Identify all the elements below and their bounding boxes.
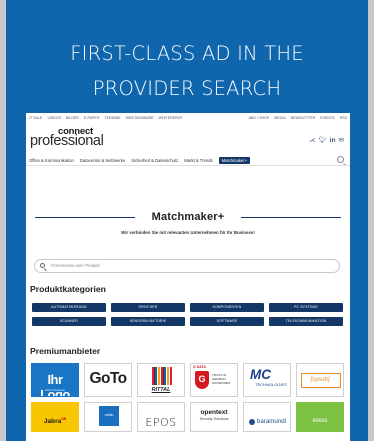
product-categories-heading: Produktkategorien (30, 284, 106, 294)
epos-logo: EPOS (145, 416, 177, 429)
top-nav-item[interactable]: E-PAPER (84, 115, 100, 121)
provider-tile-rittal[interactable]: RITTAL (137, 363, 185, 397)
provider-tile-goto[interactable]: GoTo (84, 363, 132, 397)
twitter-icon[interactable]: 🐦︎ (319, 137, 327, 145)
provider-tile-mc[interactable]: MC TECHNOLOGIES (243, 363, 291, 397)
provider-tile-estos[interactable]: estos (296, 402, 344, 432)
search-placeholder: Firmenname oder Produkt (51, 263, 100, 268)
gdata-name: G DATA (193, 365, 206, 369)
headline-line-1: FIRST-CLASS AD IN THE (70, 42, 304, 65)
ihr-logo-text: Ihr Logo (40, 372, 70, 397)
rittal-logo: RITTAL (151, 387, 171, 393)
search-icon (40, 263, 45, 268)
provider-tile-epos[interactable]: EPOS (137, 402, 185, 432)
search-icon[interactable] (337, 156, 344, 163)
share-icon[interactable]: ⋌ (309, 137, 316, 145)
gdata-shield-icon (195, 371, 209, 389)
goto-logo: GoTo (89, 370, 128, 387)
category-button[interactable]: KOMPONENTEN (190, 303, 264, 312)
category-nav: Office & Kommunikation Datacenter & Netz… (29, 157, 251, 164)
matchmaker-title: Matchmaker+ (151, 211, 225, 223)
mail-icon[interactable]: ✉ (339, 137, 344, 145)
divider (26, 165, 350, 166)
site-logo[interactable]: connect professional (30, 126, 110, 150)
top-nav-right-item[interactable]: RSS (340, 115, 347, 121)
provider-tile-jabra[interactable]: JabraGN (31, 402, 79, 432)
mc-logo: MC (250, 367, 271, 382)
provider-tile-opentext[interactable]: opentext Security Solutions (190, 402, 238, 432)
rittal-logo-mark (152, 367, 172, 385)
opentext-logo: opentext (200, 409, 228, 416)
headline-line-2: PROVIDER SEARCH (92, 77, 282, 100)
website-screenshot: IT SALE VIDEOS BILDER E-PAPER TERMINE WE… (26, 113, 350, 441)
top-nav-item[interactable]: BILDER (66, 115, 79, 121)
premium-providers-heading: Premiumanbieter (30, 346, 101, 356)
product-category-grid: AUTOMATISIERUNG SPEICHER KOMPONENTEN PC … (32, 303, 344, 326)
gdata-tagline: TRUST IN GERMAN SICHERHEIT (212, 373, 231, 385)
top-nav-item[interactable]: VIDEOS (47, 115, 61, 121)
top-nav: IT SALE VIDEOS BILDER E-PAPER TERMINE WE… (26, 115, 350, 123)
top-nav-right-item[interactable]: EVENTS (320, 115, 334, 121)
category-button[interactable]: AUTOMATISIERUNG (32, 303, 106, 312)
sysob-logo: [sysob] (310, 377, 330, 383)
top-nav-right-item[interactable]: NEWSLETTER (291, 115, 316, 121)
category-button[interactable]: SCANNER (32, 317, 106, 326)
top-nav-item[interactable]: WHITEPAPER (159, 115, 183, 121)
matchmaker-heading: Matchmaker+ (26, 211, 350, 223)
matchmaker-nav-button[interactable]: Matchmaker+ (218, 157, 251, 164)
linkedin-icon[interactable]: in (330, 137, 336, 145)
top-nav-item[interactable]: IT SALE (29, 115, 42, 121)
baramundi-logo: baramundi (256, 418, 287, 425)
top-nav-item[interactable]: TERMINE (104, 115, 120, 121)
category-button[interactable]: SPEICHER (111, 303, 185, 312)
blue-logo-mark: unblu (99, 406, 119, 426)
category-button[interactable]: PC SYSTEME (269, 303, 343, 312)
promo-card: FIRST-CLASS AD IN THE PROVIDER SEARCH IT… (6, 0, 368, 441)
category-button[interactable]: SOFTWARE (190, 317, 264, 326)
blue-logo-text: unblu (104, 413, 114, 417)
opentext-sub: Security Solutions (199, 417, 229, 421)
ihr-logo-subtext: AICS business (45, 388, 65, 392)
category-nav-item[interactable]: Datacenter & Netzwerke (80, 158, 125, 163)
provider-tile-blue[interactable]: unblu (84, 402, 132, 432)
provider-tile-gdata[interactable]: G DATA TRUST IN GERMAN SICHERHEIT (190, 363, 238, 397)
category-button[interactable]: TELEKOMMUNIKATION (269, 317, 343, 326)
category-nav-item[interactable]: Sicherheit & Datenschutz (131, 158, 178, 163)
mc-logo-sub: TECHNOLOGIES (255, 382, 287, 387)
top-nav-right-item[interactable]: MEDIA (274, 115, 285, 121)
matchmaker-subtitle: Wir verbinden Sie mit relevanten Unterne… (121, 230, 255, 235)
provider-tile-sysob[interactable]: [sysob] (296, 363, 344, 397)
headline: FIRST-CLASS AD IN THE PROVIDER SEARCH (6, 36, 368, 106)
top-nav-right-item[interactable]: ABO / SHOP (248, 115, 269, 121)
jabra-logo: JabraGN (43, 417, 67, 426)
provider-tile-baramundi[interactable]: baramundi (243, 402, 291, 432)
category-nav-item[interactable]: Office & Kommunikation (29, 158, 74, 163)
social-links: ⋌ 🐦︎ in ✉ (309, 137, 344, 145)
estos-logo: estos (312, 417, 328, 424)
top-nav-item[interactable]: WEB SEMINARE (126, 115, 154, 121)
provider-tile-ihr-logo[interactable]: Ihr Logo AICS business (31, 363, 79, 397)
provider-search-input[interactable]: Firmenname oder Produkt (34, 259, 340, 273)
logo-bottom-text: professional (30, 133, 104, 149)
category-button[interactable]: SENSORIK/AKTORIK (111, 317, 185, 326)
category-nav-item[interactable]: Markt & Trends (184, 158, 212, 163)
